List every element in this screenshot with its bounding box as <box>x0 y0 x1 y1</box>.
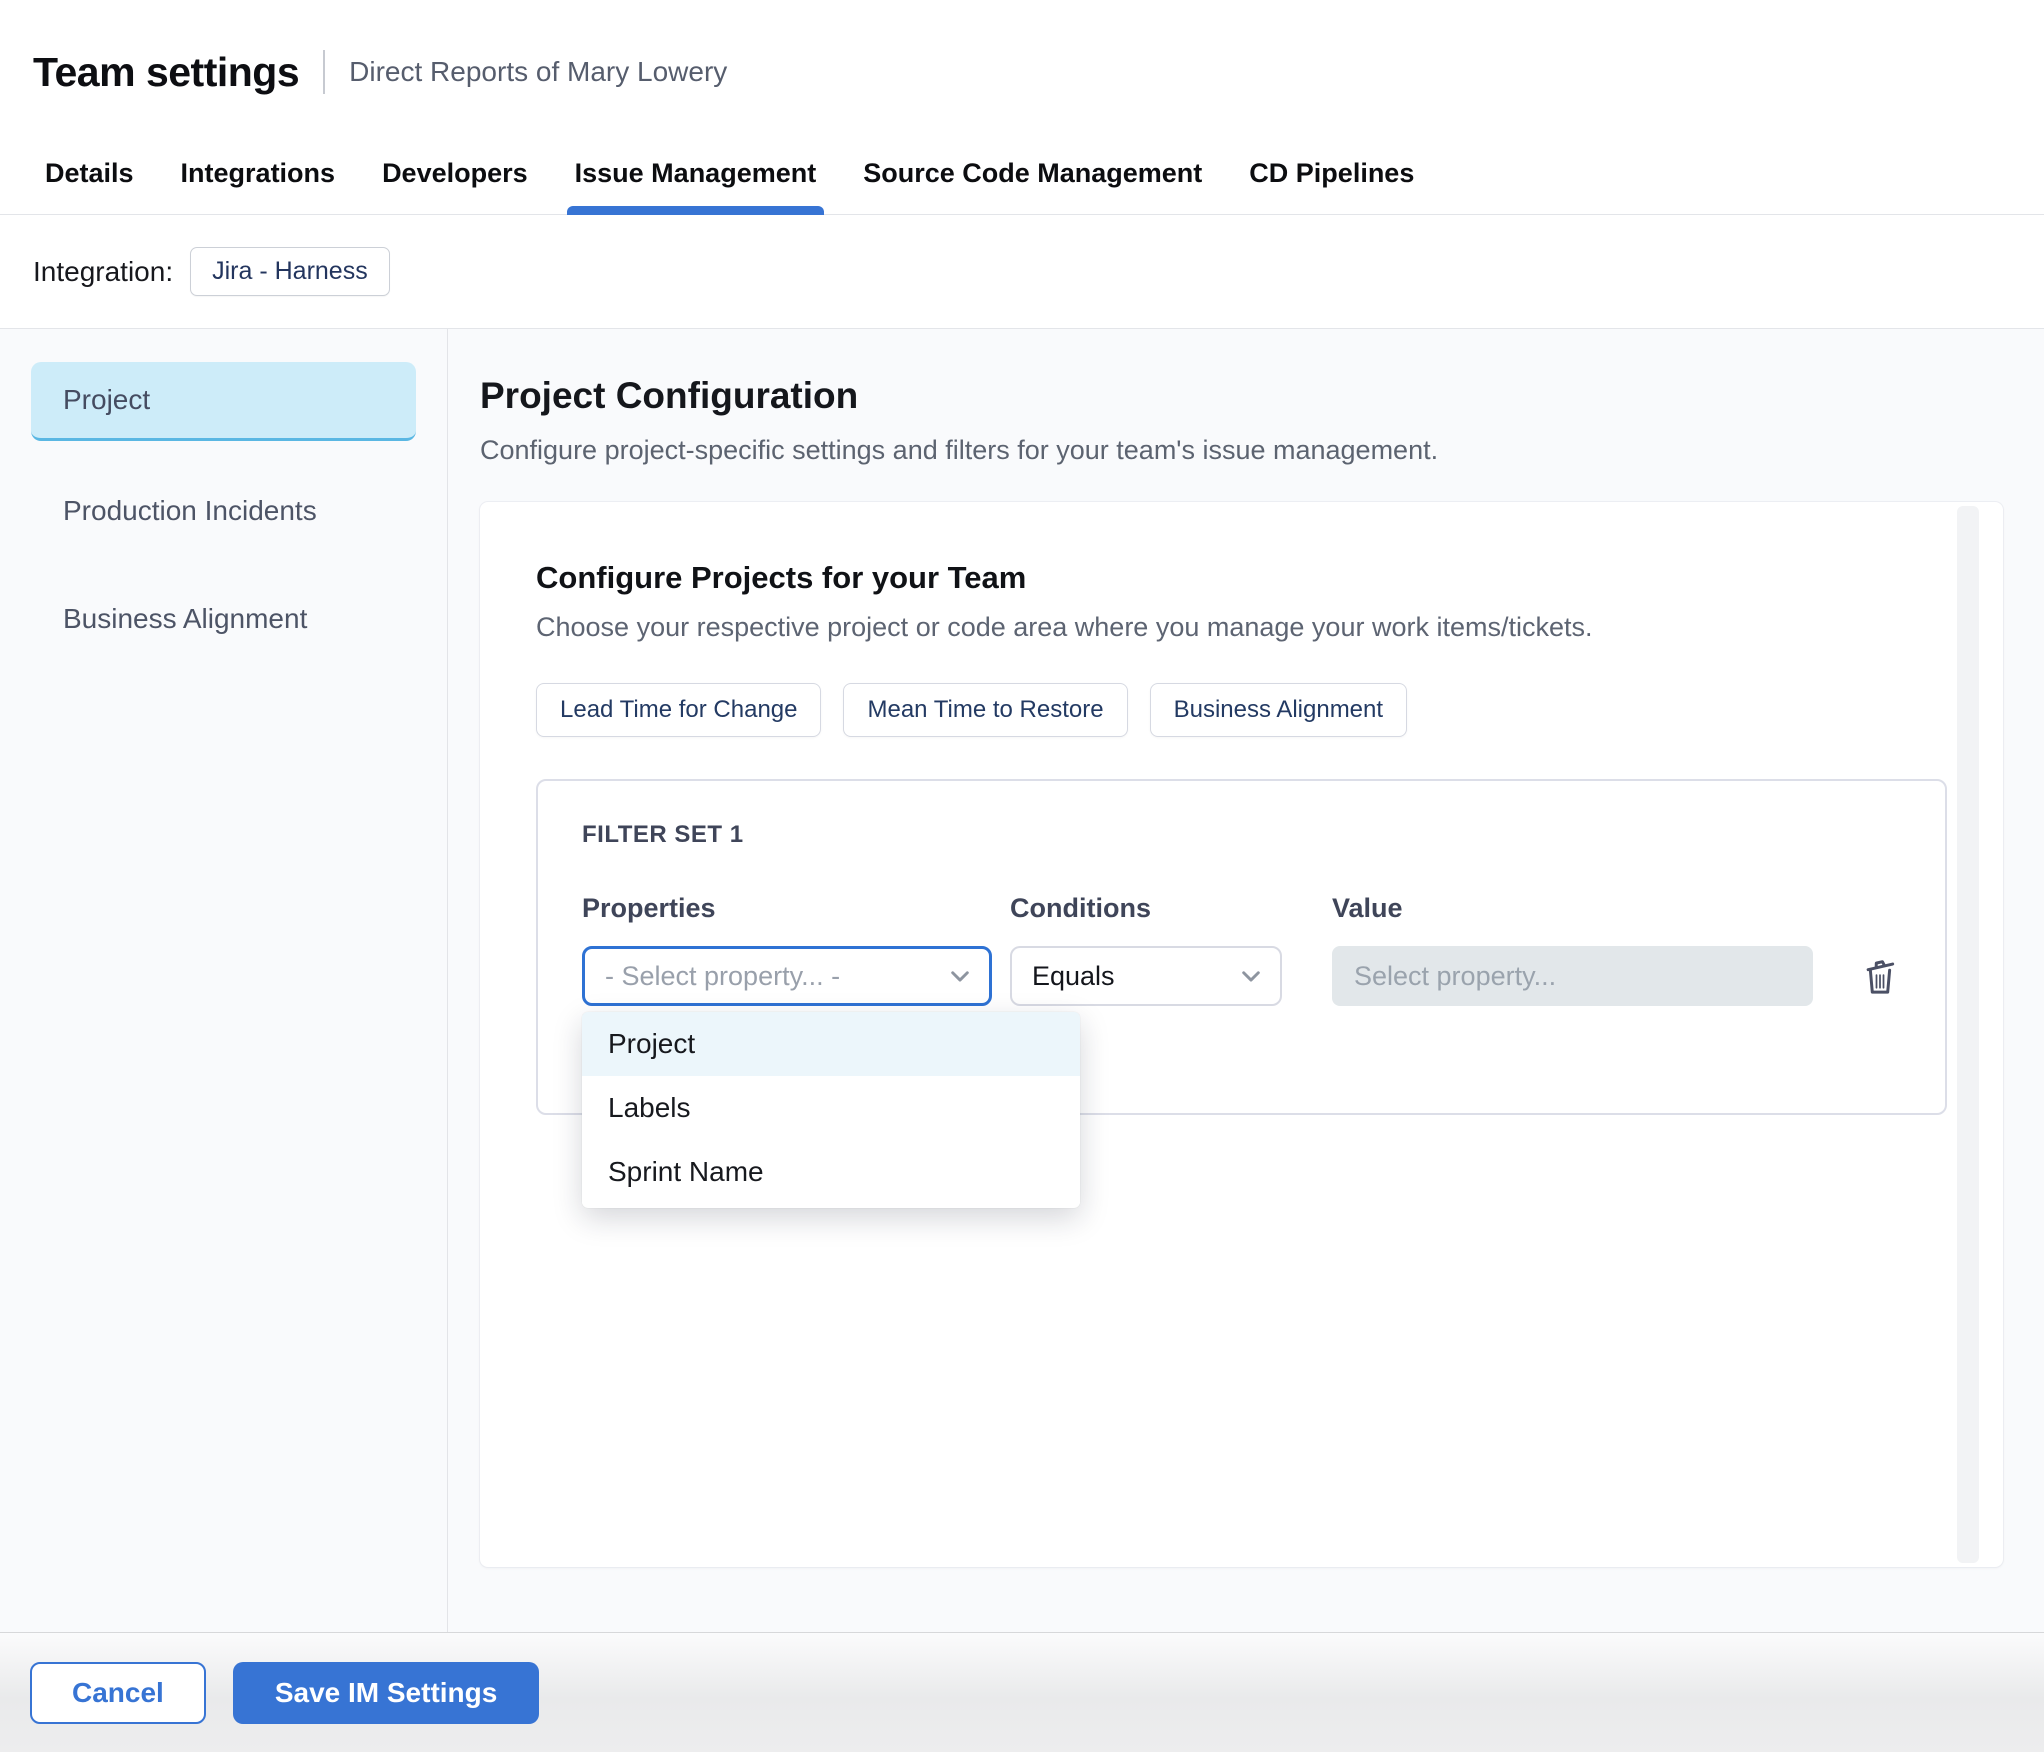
configure-projects-card: Configure Projects for your Team Choose … <box>480 502 2003 1567</box>
metric-chip-row: Lead Time for Change Mean Time to Restor… <box>536 683 1947 737</box>
chip-lead-time-for-change[interactable]: Lead Time for Change <box>536 683 822 737</box>
cancel-button[interactable]: Cancel <box>30 1661 206 1724</box>
value-column-label: Value <box>1332 893 1403 923</box>
property-select-placeholder: - Select property... - <box>605 960 841 991</box>
dropdown-option-labels[interactable]: Labels <box>582 1076 1080 1140</box>
tab-details[interactable]: Details <box>45 158 134 214</box>
card-title: Configure Projects for your Team <box>536 560 1027 595</box>
chip-business-alignment[interactable]: Business Alignment <box>1149 683 1408 737</box>
im-sidebar: Project Production Incidents Business Al… <box>0 329 448 1632</box>
filter-set-title: FILTER SET 1 <box>582 821 744 848</box>
save-im-settings-button[interactable]: Save IM Settings <box>232 1661 540 1724</box>
chevron-down-icon <box>947 963 973 989</box>
filter-controls-row: - Select property... - Project Labels Sp… <box>582 946 1901 1208</box>
tab-source-code-management[interactable]: Source Code Management <box>863 158 1202 214</box>
filter-set-1: FILTER SET 1 Properties Conditions Value… <box>536 779 1947 1208</box>
value-input[interactable] <box>1332 946 1813 1006</box>
value-field-wrapper <box>1332 946 1813 1006</box>
integration-label: Integration: <box>33 255 174 287</box>
property-dropdown: Project Labels Sprint Name <box>582 1012 1080 1208</box>
page-title: Team settings <box>33 48 300 95</box>
property-select[interactable]: - Select property... - <box>582 946 992 1006</box>
scrollbar-track[interactable] <box>1957 506 1979 1563</box>
card-subtitle: Choose your respective project or code a… <box>536 612 1593 642</box>
footer-actions: Cancel Save IM Settings <box>0 1632 2044 1752</box>
dropdown-option-project[interactable]: Project <box>582 1012 1080 1076</box>
tab-integrations[interactable]: Integrations <box>181 158 336 214</box>
header-divider <box>323 50 326 94</box>
section-title: Project Configuration <box>480 375 859 416</box>
sidebar-item-business-alignment[interactable]: Business Alignment <box>31 581 416 657</box>
conditions-column-label: Conditions <box>1010 893 1151 923</box>
app-header: Team settings Direct Reports of Mary Low… <box>0 0 2044 118</box>
filter-column-labels: Properties Conditions Value <box>582 893 1901 924</box>
dropdown-option-sprint-name[interactable]: Sprint Name <box>582 1140 1080 1204</box>
team-name-subtitle: Direct Reports of Mary Lowery <box>349 56 728 87</box>
tab-developers[interactable]: Developers <box>382 158 528 214</box>
section-subtitle: Configure project-specific settings and … <box>480 435 1439 465</box>
main-panel: Project Configuration Configure project-… <box>448 329 2044 1632</box>
tab-issue-management[interactable]: Issue Management <box>566 158 824 215</box>
sidebar-item-production-incidents[interactable]: Production Incidents <box>31 473 416 549</box>
chip-mean-time-to-restore[interactable]: Mean Time to Restore <box>843 683 1128 737</box>
chevron-down-icon <box>1238 963 1264 989</box>
tab-cd-pipelines[interactable]: CD Pipelines <box>1249 158 1414 214</box>
integration-row: Integration: Jira - Harness <box>0 215 2044 328</box>
delete-filter-button[interactable] <box>1859 955 1901 997</box>
content-area: Project Production Incidents Business Al… <box>0 328 2044 1632</box>
condition-select[interactable]: Equals <box>1010 946 1282 1006</box>
condition-select-value: Equals <box>1032 960 1115 991</box>
integration-chip[interactable]: Jira - Harness <box>190 247 390 296</box>
properties-column-label: Properties <box>582 893 716 923</box>
trash-icon <box>1859 955 1901 997</box>
property-select-wrapper: - Select property... - Project Labels Sp… <box>582 946 1080 1208</box>
settings-tabbar: Details Integrations Developers Issue Ma… <box>0 118 2044 215</box>
sidebar-item-project[interactable]: Project <box>31 362 416 441</box>
